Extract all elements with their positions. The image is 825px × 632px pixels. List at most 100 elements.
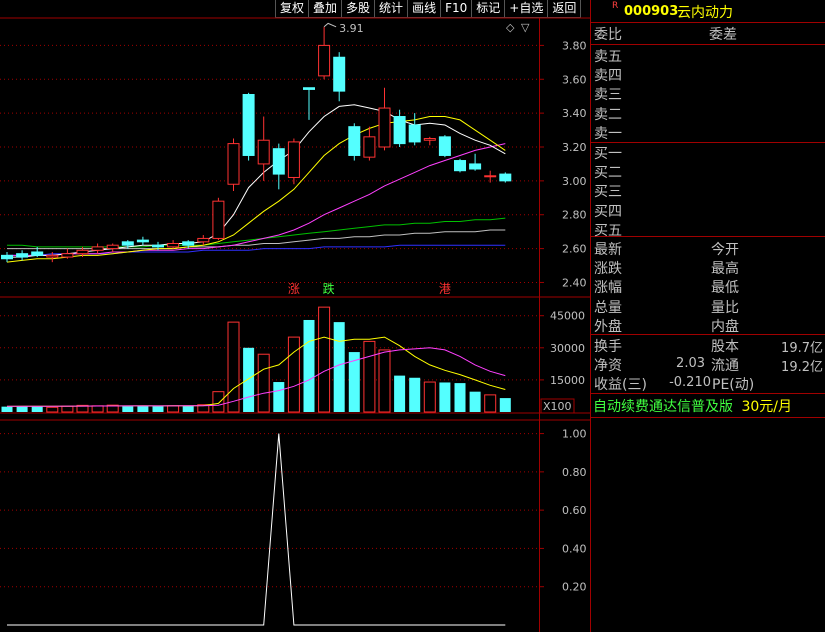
candle-body-up [287,141,300,178]
stock-code: 000903 [624,4,679,19]
volume-bar-up [363,340,376,413]
price-tick-label: 3.80 [562,39,587,52]
event-label: 港 [439,282,451,296]
volume-bar-down [469,391,481,412]
quote-label-r3: 量比 [711,299,739,316]
share-capital-value: 19.7亿 [781,341,823,356]
candle-body-down [152,244,164,248]
candle-body-down [1,254,13,260]
candle-body-up [167,243,180,248]
event-label: 跌 [323,281,335,296]
volume-bar-up [484,394,497,413]
quote-label-0: 最新 [594,242,622,258]
candle-body-up [76,249,89,255]
ma-green-line [7,217,506,248]
event-label: 涨 [288,281,300,296]
quote-label-r2: 最低 [711,280,739,297]
candle-body-down [303,87,315,90]
candle-body-up [106,244,119,250]
triangle-icon: ▽ [521,21,530,34]
indicator-tick-label: 0.60 [562,504,587,517]
volume-bar-up [257,353,270,413]
volume-bar-down [499,398,511,412]
pe-label: PE(动) [712,377,755,393]
candle-body-up [212,200,225,239]
volume-bar-down [152,406,164,412]
candle-body-up [423,138,436,141]
candle-body-down [333,56,346,92]
candle-body-up [363,136,376,158]
buy-level-4: 买四 [594,203,622,220]
volume-bar-up [46,406,59,413]
volume-tick-label: 15000 [550,374,585,387]
quote-label-r4: 内盘 [711,318,739,335]
candle-body-down [499,173,512,182]
buy-level-1: 买一 [594,146,622,162]
quote-label-2: 涨幅 [594,280,622,297]
volume-unit-label: X100 [543,400,572,413]
stock-charts[interactable]: X100 ◇ ▽ 3.91 涨 跌 港 3.80 3.60 3.40 3.20 3.00 2.8… [0,0,591,632]
margin-marker: R [612,1,619,11]
stock-name: 云内动力 [677,5,733,21]
price-tick-label: 2.80 [562,209,587,222]
volume-bar-down [439,382,451,412]
volume-tick-label: 30000 [550,342,585,355]
indicator-tick-label: 0.20 [562,581,587,594]
volume-bar-up [212,391,225,413]
subscription-ad[interactable]: 自动续费通达信普及版 30元/月 [593,396,792,416]
candle-body-down [182,241,195,246]
sell-level-2: 卖二 [594,106,622,123]
candle-body-up [484,175,497,178]
max-price-pointer [323,22,337,28]
volume-bar-down [1,406,13,412]
committee-diff-label: 委差 [709,27,737,43]
volume-bar-up [227,321,240,413]
diamond-icon: ◇ [506,21,515,34]
indicator-tick-label: 0.80 [562,466,587,479]
volume-bar-up [378,349,391,413]
candle-body-down [16,253,29,258]
candle-body-down [438,136,451,156]
volume-bar-down [454,383,466,412]
candle-body-up [318,44,331,77]
max-price-label: 3.91 [339,22,364,35]
volume-bar-up [91,405,104,413]
volume-bar-down [122,406,134,412]
eps-value: -0.210 [669,375,711,390]
quote-label-r0: 今开 [711,242,739,258]
price-tick-label: 2.60 [562,243,587,256]
price-tick-label: 3.20 [562,141,587,154]
indicator-tick-label: 0.40 [562,542,587,555]
turnover-label: 换手 [594,339,622,355]
volume-bar-down [16,406,28,412]
volume-bar-down [394,375,406,412]
candle-body-up [91,246,104,251]
candle-body-down [136,239,149,243]
price-tick-label: 2.40 [562,276,587,289]
buy-level-2: 买二 [594,165,622,182]
float-value: 19.2亿 [781,360,823,375]
buy-level-3: 买三 [594,184,622,201]
volume-bar-up [318,306,331,413]
quote-label-r1: 最高 [711,261,739,278]
ad-text: 自动续费通达信普及版 [593,399,733,415]
volume-bar-down [137,405,149,412]
sell-level-4: 卖四 [594,68,622,85]
candle-body-down [272,148,285,175]
candle-body-down [469,163,482,170]
price-tick-label: 3.00 [562,175,587,188]
candle-body-up [46,254,59,258]
candle-body-down [242,94,255,156]
volume-bar-down [273,382,285,412]
volume-tick-label: 45000 [550,310,585,323]
price-tick-label: 3.60 [562,73,587,86]
candle-body-up [378,107,391,148]
ad-price: 30元/月 [741,399,792,415]
quote-label-3: 总量 [594,299,622,316]
buy-level-5: 买五 [594,222,622,239]
candle-body-up [61,253,74,258]
price-tick-label: 3.40 [562,107,587,120]
volume-bar-down [182,406,194,412]
candle-body-down [393,116,406,145]
ma-magenta-line [7,143,506,256]
